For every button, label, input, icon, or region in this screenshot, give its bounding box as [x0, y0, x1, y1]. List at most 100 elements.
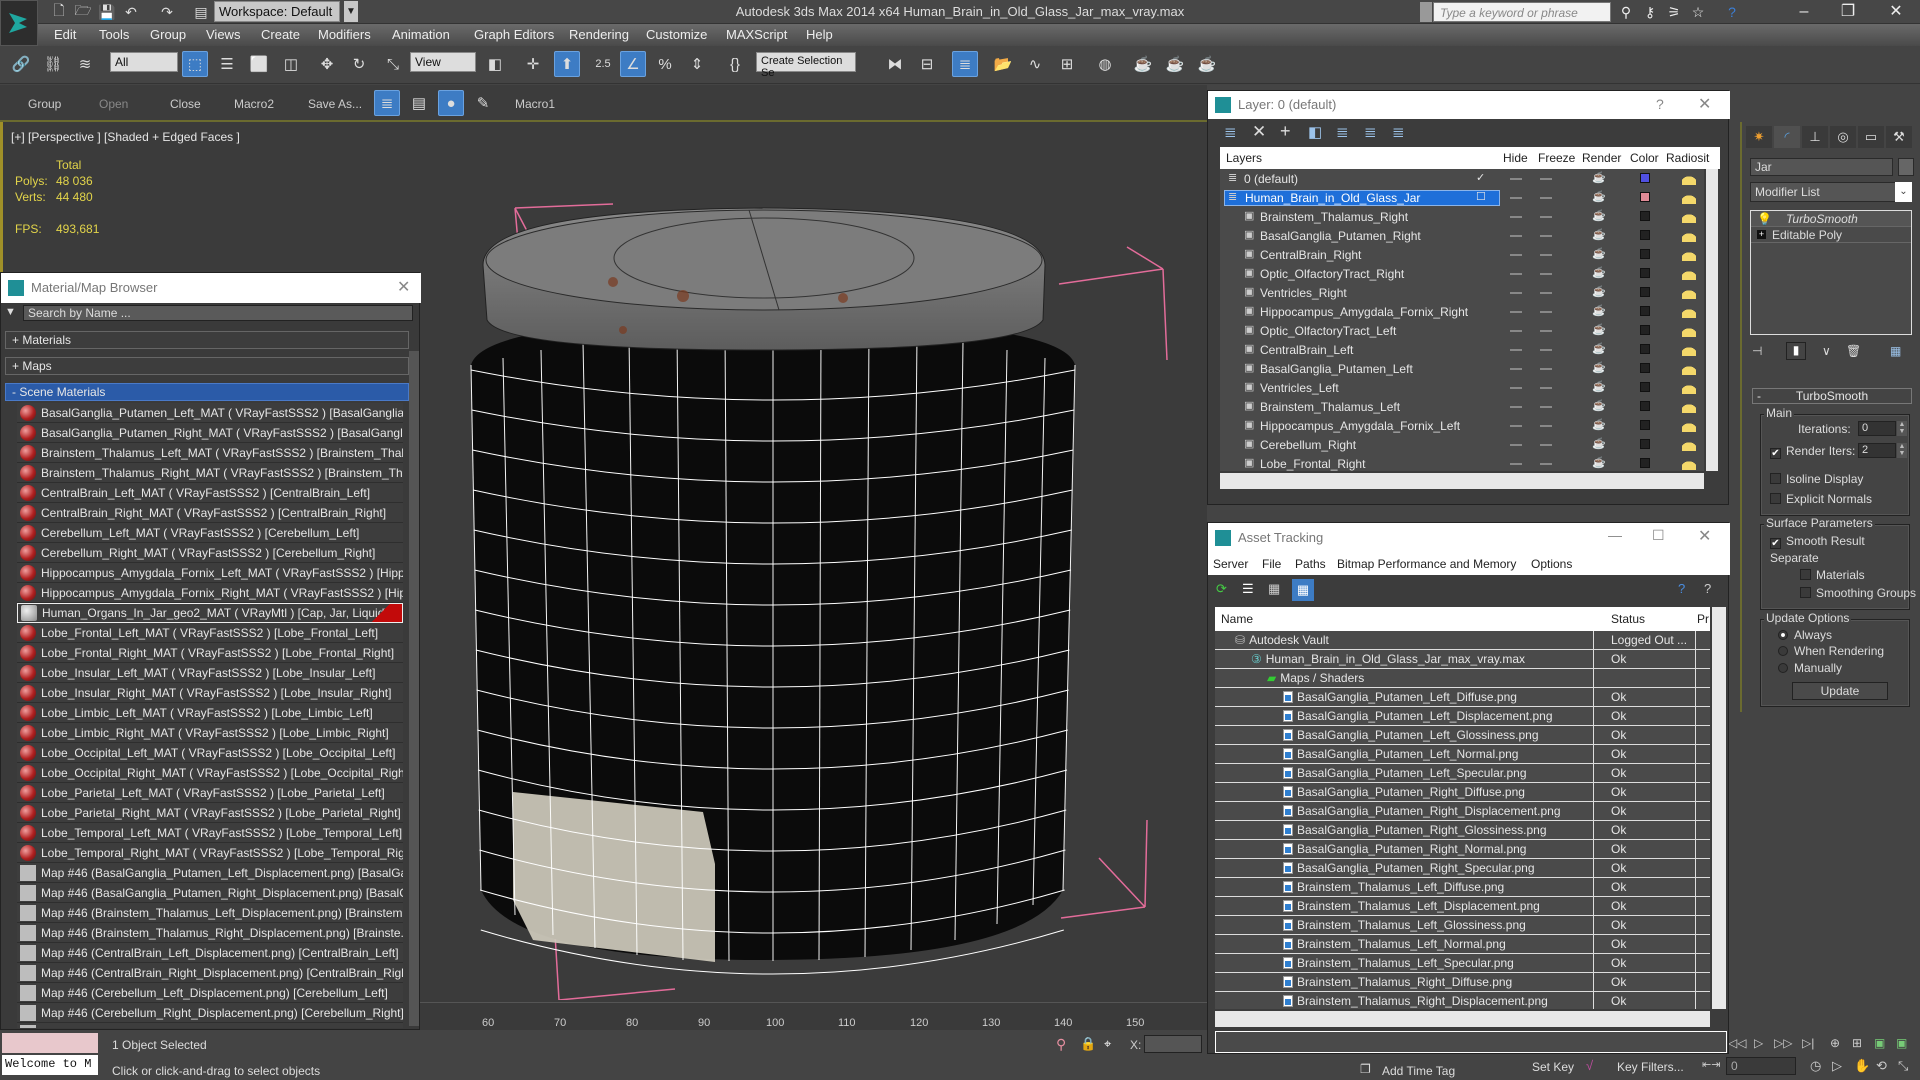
checkbox[interactable] — [1800, 587, 1811, 598]
satellite-icon[interactable]: ⚞ — [1664, 2, 1684, 22]
layer-object-row[interactable]: CentralBrain_Left ▣ ☕ — [1220, 340, 1704, 359]
material-list-item[interactable]: CentralBrain_Left_MAT ( VRayFastSSS2 ) [… — [17, 483, 403, 503]
asset-row[interactable]: BasalGanglia_Putamen_Right_Glossiness.pn… — [1215, 821, 1710, 840]
render-iters-checkbox[interactable]: ✔ Render Iters: — [1770, 444, 1855, 459]
column-freeze[interactable]: Freeze — [1538, 151, 1575, 165]
freeze-toggle[interactable] — [1540, 387, 1552, 389]
freeze-toggle[interactable] — [1540, 349, 1552, 351]
menu-views[interactable]: Views — [206, 27, 240, 42]
properties-icon[interactable]: ▤ — [406, 90, 432, 116]
asset-row[interactable]: BasalGanglia_Putamen_Right_Normal.png Ok — [1215, 840, 1710, 859]
map-list-item[interactable]: Map #46 (Brainstem_Thalamus_Left_Displac… — [17, 903, 403, 923]
help-icon[interactable]: ? — [1678, 581, 1685, 596]
layer-color-swatch[interactable] — [1640, 325, 1650, 335]
hide-toggle[interactable] — [1510, 406, 1522, 408]
material-list-item[interactable]: Lobe_Occipital_Right_MAT ( VRayFastSSS2 … — [17, 763, 403, 783]
material-list-item[interactable]: Hippocampus_Amygdala_Fornix_Right_MAT ( … — [17, 583, 403, 603]
material-list-item[interactable]: BasalGanglia_Putamen_Left_MAT ( VRayFast… — [17, 403, 403, 423]
minimize-button[interactable]: – — [1782, 0, 1826, 24]
snap-toggle-icon[interactable]: 2.5 — [590, 51, 616, 77]
asset-path-field[interactable] — [1215, 1031, 1727, 1053]
list-view-icon[interactable]: ☰ — [1242, 581, 1254, 597]
chevron-down-icon[interactable]: ▼ — [344, 1, 358, 22]
map-list-item[interactable]: Map #46 (BasalGanglia_Putamen_Left_Displ… — [17, 863, 403, 883]
object-color-swatch[interactable] — [1898, 158, 1914, 176]
layer-object-row[interactable]: Brainstem_Thalamus_Right ▣ ☕ — [1220, 207, 1704, 226]
material-list-item[interactable]: Brainstem_Thalamus_Right_MAT ( VRayFastS… — [17, 463, 403, 483]
render-teapot-icon[interactable]: ☕ — [1592, 171, 1606, 184]
freeze-toggle[interactable] — [1540, 311, 1552, 313]
freeze-toggle[interactable] — [1540, 178, 1552, 180]
object-id-icon[interactable]: ● — [438, 90, 464, 116]
material-list-item[interactable]: Cerebellum_Left_MAT ( VRayFastSSS2 ) [Ce… — [17, 523, 403, 543]
map-list-item[interactable]: Map #46 (CentralBrain_Right_Displacement… — [17, 963, 403, 983]
column-color[interactable]: Color — [1630, 151, 1659, 165]
highlight-selected-layer-icon[interactable]: ≣ — [1336, 123, 1349, 141]
map-list-item[interactable]: Map #46 (CentralBrain_Left_Displacement.… — [17, 943, 403, 963]
refresh-icon[interactable]: ⟳ — [1216, 581, 1227, 597]
menu-help[interactable]: Help — [806, 27, 833, 42]
render-teapot-icon[interactable]: ☕ — [1592, 323, 1606, 336]
help-icon[interactable]: ? — [1656, 96, 1664, 112]
material-list-item[interactable]: Human_Organs_In_Jar_geo2_MAT ( VRayMtl )… — [17, 603, 403, 623]
render-teapot-icon[interactable]: ☕ — [1592, 456, 1606, 469]
hide-toggle[interactable] — [1510, 292, 1522, 294]
column-hide[interactable]: Hide — [1503, 151, 1528, 165]
layer-hscrollbar[interactable] — [1220, 473, 1704, 489]
undo-icon[interactable]: ↶ — [120, 2, 142, 22]
render-teapot-icon[interactable]: ☕ — [1592, 361, 1606, 374]
freeze-toggle[interactable] — [1540, 197, 1552, 199]
rect-selection-icon[interactable]: ⬜ — [246, 51, 272, 77]
material-list-item[interactable]: Brainstem_Thalamus_Left_MAT ( VRayFastSS… — [17, 443, 403, 463]
layer-color-swatch[interactable] — [1640, 306, 1650, 316]
scrollbar[interactable] — [409, 351, 419, 1026]
angle-snap-icon[interactable]: ∠ — [620, 51, 646, 77]
key-icon[interactable]: ⚷ — [1640, 2, 1660, 22]
binoculars-icon[interactable]: ⚲ — [1616, 2, 1636, 22]
hide-toggle[interactable] — [1510, 425, 1522, 427]
layer-object-row[interactable]: Cerebellum_Right ▣ ☕ — [1220, 435, 1704, 454]
orbit-icon[interactable]: ⟲ — [1876, 1058, 1887, 1074]
material-list-item[interactable]: CentralBrain_Right_MAT ( VRayFastSSS2 ) … — [17, 503, 403, 523]
render-teapot-icon[interactable]: ☕ — [1592, 437, 1606, 450]
layer-color-swatch[interactable] — [1640, 420, 1650, 430]
material-list-item[interactable]: Lobe_Parietal_Left_MAT ( VRayFastSSS2 ) … — [17, 783, 403, 803]
named-selection-input[interactable]: Create Selection Se — [756, 52, 856, 79]
hide-toggle[interactable] — [1510, 330, 1522, 332]
key-filters-button[interactable]: Key Filters... — [1617, 1060, 1684, 1074]
bind-space-warp-icon[interactable]: ≋ — [72, 51, 98, 77]
separate-smoothing-groups-checkbox[interactable]: Smoothing Groups — [1800, 586, 1916, 600]
menu-create[interactable]: Create — [261, 27, 300, 42]
hide-toggle[interactable] — [1510, 387, 1522, 389]
column-name[interactable]: Name — [1221, 612, 1253, 626]
zoom-extents-all-icon[interactable]: ▣ — [1896, 1036, 1907, 1050]
spinner-arrows-icon[interactable]: ▲ ▼ — [1897, 421, 1907, 436]
key-mode-toggle-icon[interactable]: ⇤⇥ — [1702, 1058, 1720, 1071]
freeze-toggle[interactable] — [1540, 425, 1552, 427]
asset-row[interactable]: Brainstem_Thalamus_Right_Diffuse.png Ok — [1215, 973, 1710, 992]
mirror-icon[interactable]: ⧓ — [882, 51, 908, 77]
menu-file[interactable]: File — [1262, 557, 1281, 571]
hide-toggle[interactable] — [1510, 311, 1522, 313]
smooth-result-checkbox[interactable]: ✔ Smooth Result — [1770, 534, 1865, 549]
isolate-icon[interactable]: ⚲ — [1056, 1036, 1066, 1053]
maxscript-listener-pink[interactable] — [2, 1033, 98, 1053]
layer-name[interactable]: Lobe_Frontal_Right — [1260, 457, 1365, 471]
delete-layer-icon[interactable]: ✕ — [1252, 122, 1266, 142]
freeze-toggle[interactable] — [1540, 216, 1552, 218]
material-list-item[interactable]: BasalGanglia_Putamen_Right_MAT ( VRayFas… — [17, 423, 403, 443]
close-icon[interactable]: ✕ — [397, 277, 410, 297]
close-icon[interactable]: ✕ — [1698, 94, 1711, 114]
layer-name[interactable]: 0 (default) — [1244, 172, 1298, 186]
radiosity-sun-icon[interactable] — [1682, 342, 1696, 356]
material-list-item[interactable]: Lobe_Occipital_Left_MAT ( VRayFastSSS2 )… — [17, 743, 403, 763]
layer-color-swatch[interactable] — [1640, 249, 1650, 259]
layer-object-row[interactable]: Lobe_Frontal_Right ▣ ☕ — [1220, 454, 1704, 471]
keyboard-shortcut-override-icon[interactable]: ⬆ — [554, 51, 580, 77]
layer-name[interactable]: Cerebellum_Right — [1260, 438, 1356, 452]
layer-name[interactable]: CentralBrain_Right — [1260, 248, 1361, 262]
lightbulb-icon[interactable]: 💡 — [1757, 212, 1772, 226]
save-as-button[interactable]: Save As... — [308, 97, 362, 111]
remove-modifier-icon[interactable]: 🗑 — [1846, 344, 1861, 358]
zoom-all-icon[interactable]: ⊞ — [1852, 1036, 1862, 1050]
